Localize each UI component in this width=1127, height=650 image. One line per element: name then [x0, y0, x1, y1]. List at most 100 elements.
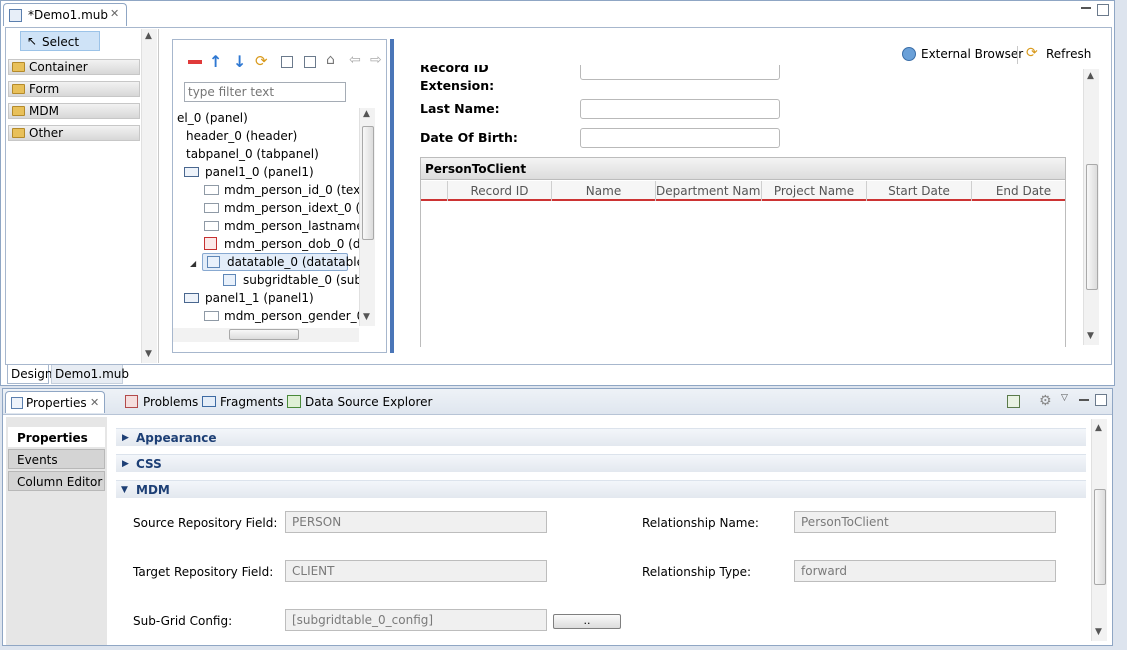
tree-item-panel1-1[interactable]: panel1_1 (panel1) [184, 289, 314, 307]
preview-vscrollbar[interactable]: ▲ ▼ [1083, 69, 1099, 345]
datatable-icon [223, 274, 236, 286]
palette-group-form[interactable]: Form [8, 81, 140, 97]
move-down-icon[interactable]: ↓ [233, 52, 246, 71]
expanded-arrow-icon: ▼ [121, 485, 128, 495]
filter-input[interactable] [184, 82, 346, 102]
tree-item-panel0[interactable]: el_0 (panel) [177, 109, 248, 127]
move-up-icon[interactable]: ↑ [209, 52, 222, 71]
scroll-down-icon[interactable]: ▼ [145, 349, 152, 359]
side-tab-events[interactable]: Events [8, 449, 105, 469]
tree-item-person-lastname[interactable]: mdm_person_lastname_0 [204, 217, 359, 235]
record-id-ext-label-2: Extension: [420, 78, 495, 93]
target-repo-label: Target Repository Field: [133, 565, 274, 579]
tree-item-person-dob[interactable]: mdm_person_dob_0 (dat [204, 235, 359, 253]
tree-item-tabpanel0[interactable]: tabpanel_0 (tabpanel) [186, 145, 319, 163]
forward-icon[interactable]: ⇨ [370, 52, 382, 68]
tree-item-person-gender[interactable]: mdm_person_gender_0 (t [204, 307, 359, 325]
scroll-thumb[interactable] [1094, 489, 1106, 585]
pin-icon[interactable] [1007, 395, 1020, 408]
column-header-project-name[interactable]: Project Name [761, 181, 866, 201]
properties-vscrollbar[interactable]: ▲ ▼ [1091, 419, 1107, 641]
last-name-input[interactable] [580, 99, 780, 119]
source-repo-field[interactable]: PERSON [285, 511, 547, 533]
collapse-all-icon[interactable] [304, 56, 316, 68]
target-repo-field[interactable]: CLIENT [285, 560, 547, 582]
home-icon[interactable]: ⌂ [326, 52, 335, 68]
side-tab-column-editor[interactable]: Column Editor [8, 471, 105, 491]
select-tool[interactable]: ↖ Select [20, 31, 100, 51]
scroll-down-icon[interactable]: ▼ [1095, 627, 1102, 637]
palette-group-other[interactable]: Other [8, 125, 140, 141]
datatable-icon [207, 256, 220, 268]
expand-all-icon[interactable] [281, 56, 293, 68]
tab-data-source-explorer[interactable]: Data Source Explorer [285, 391, 432, 413]
scroll-down-icon[interactable]: ▼ [1087, 331, 1094, 341]
section-appearance[interactable]: ▶ Appearance [116, 428, 1086, 446]
column-header-name[interactable]: Name [551, 181, 655, 201]
tree-item-person-id[interactable]: mdm_person_id_0 (textbo [204, 181, 359, 199]
palette-group-mdm[interactable]: MDM [8, 103, 140, 119]
scroll-thumb[interactable] [362, 126, 374, 240]
panel-icon [184, 167, 199, 177]
close-icon[interactable]: ✕ [110, 7, 119, 20]
column-header-end-date[interactable]: End Date [971, 181, 1075, 201]
subgrid-config-field[interactable]: [subgridtable_0_config] [285, 609, 547, 631]
tab-source[interactable]: Demo1.mub [51, 365, 129, 384]
scroll-up-icon[interactable]: ▲ [145, 31, 152, 41]
record-id-ext-input[interactable] [580, 65, 780, 80]
scroll-down-icon[interactable]: ▼ [363, 312, 370, 322]
section-mdm[interactable]: ▼ MDM [116, 480, 1086, 498]
tab-design[interactable]: Design [7, 365, 52, 384]
scroll-up-icon[interactable]: ▲ [1095, 423, 1102, 433]
outline-tree: el_0 (panel) header_0 (header) tabpanel_… [173, 108, 359, 326]
scroll-thumb[interactable] [229, 329, 299, 340]
section-css[interactable]: ▶ CSS [116, 454, 1086, 472]
back-icon[interactable]: ⇦ [349, 52, 361, 68]
tab-fragments[interactable]: Fragments [200, 391, 284, 413]
editor-tab-demo1[interactable]: *Demo1.mub ✕ [3, 3, 127, 26]
sync-icon[interactable]: ⟳ [255, 52, 268, 70]
relationship-type-field[interactable]: forward [794, 560, 1056, 582]
scroll-thumb[interactable] [1086, 164, 1098, 290]
side-tab-properties[interactable]: Properties [8, 427, 105, 447]
refresh-button[interactable]: Refresh [1046, 47, 1091, 61]
palette-group-container[interactable]: Container [8, 59, 140, 75]
subgrid-config-browse-button[interactable]: .. [553, 614, 621, 629]
tree-item-subgridtable[interactable]: subgridtable_0 (subgr [223, 271, 359, 289]
external-browser-button[interactable]: External Browser [921, 47, 1023, 61]
scroll-up-icon[interactable]: ▲ [363, 109, 370, 119]
outline-hscrollbar[interactable] [173, 328, 359, 342]
dob-input[interactable] [580, 128, 780, 148]
tab-label: Data Source Explorer [305, 395, 433, 409]
refresh-icon[interactable]: ⟳ [1026, 45, 1038, 61]
tree-item-label: subgridtable_0 (subgr [243, 273, 359, 287]
outline-view: ↑ ↓ ⟳ ⌂ ⇦ ⇨ el_0 (panel) header_0 (heade… [172, 39, 387, 353]
view-menu-icon[interactable]: ▽ [1061, 393, 1068, 403]
tab-label: Fragments [220, 395, 284, 409]
outline-vscrollbar[interactable]: ▲ ▼ [359, 108, 375, 326]
tree-item-panel1-0[interactable]: panel1_0 (panel1) [184, 163, 314, 181]
tree-item-datatable[interactable]: ◢ datatable_0 (datatable) [190, 253, 359, 271]
settings-icon[interactable]: ⚙ [1039, 393, 1052, 409]
expand-triangle-icon[interactable]: ◢ [190, 259, 196, 268]
section-label: CSS [136, 457, 162, 471]
tree-item-label: tabpanel_0 (tabpanel) [186, 147, 319, 161]
tree-item-person-idext[interactable]: mdm_person_idext_0 (tex [204, 199, 359, 217]
maximize-icon[interactable] [1097, 4, 1109, 16]
tab-problems[interactable]: Problems [123, 391, 198, 413]
select-label: Select [42, 35, 80, 49]
palette-scrollbar[interactable]: ▲ ▼ [141, 29, 157, 363]
relationship-name-field[interactable]: PersonToClient [794, 511, 1056, 533]
minimize-icon[interactable] [1081, 7, 1091, 9]
maximize-icon[interactable] [1095, 394, 1107, 406]
column-header-record-id[interactable]: Record ID [447, 181, 551, 201]
palette-group-label: Container [29, 60, 88, 74]
remove-icon[interactable] [188, 60, 202, 64]
column-header-start-date[interactable]: Start Date [866, 181, 971, 201]
minimize-icon[interactable] [1079, 399, 1089, 401]
scroll-up-icon[interactable]: ▲ [1087, 71, 1094, 81]
tree-item-header0[interactable]: header_0 (header) [186, 127, 297, 145]
tab-properties[interactable]: Properties ✕ [5, 391, 105, 413]
close-icon[interactable]: ✕ [90, 392, 99, 414]
column-header-department-name[interactable]: Department Name [655, 181, 761, 201]
